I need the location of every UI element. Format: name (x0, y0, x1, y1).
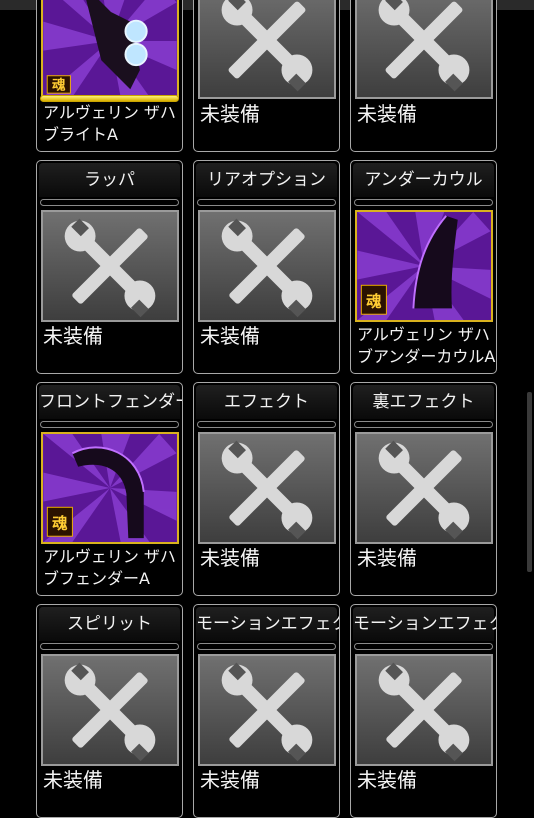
slot-bar (40, 421, 179, 428)
slot-title: フロントフェンダー (39, 385, 182, 419)
empty-slot-thumbnail (355, 0, 493, 99)
wrench-screwdriver-icon (378, 0, 470, 92)
equipment-slot-under-cowl[interactable]: アンダーカウル 魂 アルヴェリン ザハ ブアンダーカウルA (350, 160, 497, 374)
equipment-slot-empty[interactable]: 未装備 (350, 0, 497, 152)
slot-title: モーションエフェクトII (353, 607, 496, 641)
slot-title: 裏エフェクト (353, 385, 494, 419)
empty-slot-thumbnail (41, 654, 179, 766)
badge-glyph: 魂 (366, 292, 382, 311)
equipment-slot-empty[interactable]: 未装備 (193, 0, 340, 152)
wrench-screwdriver-icon (221, 0, 313, 92)
wrench-screwdriver-icon (221, 662, 313, 762)
unequipped-label: 未装備 (357, 102, 417, 126)
equipment-slot-back-effect[interactable]: 裏エフェクト 未装備 (350, 382, 497, 596)
wrench-screwdriver-icon (64, 662, 156, 762)
slot-title: モーションエフェクト (196, 607, 339, 641)
empty-slot-thumbnail (198, 0, 336, 99)
slot-bar (354, 643, 493, 650)
badge-glyph: 魂 (52, 76, 66, 93)
unequipped-label: 未装備 (200, 768, 260, 792)
item-name-line-2: ブライトA (43, 125, 118, 144)
item-name-line-1: アルヴェリン ザハ (357, 325, 490, 344)
empty-slot-thumbnail (198, 654, 336, 766)
item-name-label: アルヴェリン ザハ ブライトA (43, 102, 182, 146)
scrollbar[interactable] (527, 392, 532, 572)
equipment-slot-horn[interactable]: ラッパ 未装備 (36, 160, 183, 374)
empty-slot-thumbnail (355, 654, 493, 766)
equipment-slot-rear-option[interactable]: リアオプション 未装備 (193, 160, 340, 374)
item-thumbnail: 魂 (355, 210, 493, 322)
unequipped-label: 未装備 (43, 324, 103, 348)
equipment-slot-motion-effect-ii[interactable]: モーションエフェクトII 未装備 (350, 604, 497, 818)
slot-title: ラッパ (39, 163, 180, 197)
wrench-screwdriver-icon (221, 440, 313, 540)
slot-bar (354, 199, 493, 206)
item-name-label: アルヴェリン ザハ ブアンダーカウルA (357, 324, 496, 368)
empty-slot-thumbnail (198, 432, 336, 544)
item-name-line-1: アルヴェリン ザハ (43, 103, 176, 122)
equipment-slot-headlight[interactable]: 魂 アルヴェリン ザハ ブライトA (36, 0, 183, 152)
wrench-screwdriver-icon (378, 662, 470, 762)
slot-bar (40, 199, 179, 206)
slot-bar (197, 199, 336, 206)
wrench-screwdriver-icon (64, 218, 156, 318)
item-name-label: アルヴェリン ザハ ブフェンダーA (43, 546, 182, 590)
headlight-part-image: 魂 (43, 0, 177, 97)
equipment-slot-front-fender[interactable]: フロントフェンダー 魂 アルヴェリン ザハ ブフェンダーA (36, 382, 183, 596)
equipment-slot-spirit[interactable]: スピリット 未装備 (36, 604, 183, 818)
slot-bar (197, 643, 336, 650)
wrench-screwdriver-icon (378, 440, 470, 540)
slot-title: エフェクト (196, 385, 337, 419)
unequipped-label: 未装備 (200, 546, 260, 570)
equipment-slot-effect[interactable]: エフェクト 未装備 (193, 382, 340, 596)
slot-title: アンダーカウル (353, 163, 494, 197)
item-name-line-2: ブアンダーカウルA (357, 347, 496, 366)
unequipped-label: 未装備 (357, 546, 417, 570)
unequipped-label: 未装備 (357, 768, 417, 792)
item-thumbnail: 魂 (41, 0, 179, 99)
rarity-bar (40, 95, 179, 102)
empty-slot-thumbnail (355, 432, 493, 544)
item-name-line-2: ブフェンダーA (43, 569, 150, 588)
item-name-line-1: アルヴェリン ザハ (43, 547, 176, 566)
empty-slot-thumbnail (41, 210, 179, 322)
unequipped-label: 未装備 (200, 102, 260, 126)
slot-bar (197, 421, 336, 428)
badge-glyph: 魂 (52, 514, 68, 533)
equipment-slot-motion-effect[interactable]: モーションエフェクト 未装備 (193, 604, 340, 818)
slot-title: リアオプション (196, 163, 337, 197)
unequipped-label: 未装備 (200, 324, 260, 348)
item-thumbnail: 魂 (41, 432, 179, 544)
unequipped-label: 未装備 (43, 768, 103, 792)
slot-title: スピリット (39, 607, 180, 641)
slot-bar (40, 643, 179, 650)
wrench-screwdriver-icon (221, 218, 313, 318)
empty-slot-thumbnail (198, 210, 336, 322)
under-cowl-part-image: 魂 (357, 212, 491, 320)
slot-bar (354, 421, 493, 428)
front-fender-part-image: 魂 (43, 434, 177, 542)
